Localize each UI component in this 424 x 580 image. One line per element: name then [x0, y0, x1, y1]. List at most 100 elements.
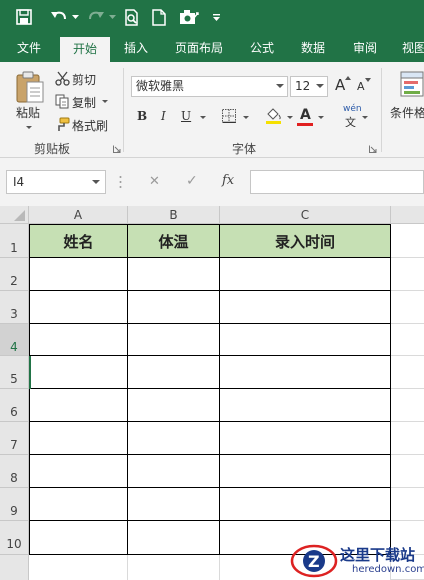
undo-dropdown-icon[interactable]	[71, 7, 79, 27]
row-header-8[interactable]: 8	[0, 455, 29, 488]
cell-b9[interactable]	[128, 488, 220, 521]
new-document-icon[interactable]	[150, 7, 168, 27]
cell-c4[interactable]	[220, 324, 391, 356]
cell-c3[interactable]	[220, 291, 391, 324]
phonetic-dropdown-icon[interactable]	[362, 116, 368, 119]
phonetic-guide-icon[interactable]: 文	[344, 115, 358, 127]
cell-a7[interactable]	[30, 422, 128, 455]
row-header-5[interactable]: 5	[0, 356, 29, 389]
cell-d6[interactable]	[391, 389, 424, 422]
fill-color-icon[interactable]	[264, 106, 282, 124]
paste-label[interactable]: 粘贴	[16, 104, 40, 121]
tab-file[interactable]: 文件	[6, 34, 52, 62]
cell-d5[interactable]	[391, 356, 424, 389]
copy-label[interactable]: 复制	[72, 94, 96, 111]
cell-a3[interactable]	[30, 291, 128, 324]
paste-dropdown-icon[interactable]	[26, 126, 32, 129]
conditional-format-label[interactable]: 条件格	[390, 104, 424, 121]
column-header-d[interactable]	[391, 206, 424, 224]
scissors-icon[interactable]	[54, 70, 70, 86]
formula-input[interactable]	[250, 170, 424, 194]
camera-icon[interactable]	[178, 7, 200, 27]
font-size-select[interactable]: 12	[290, 76, 328, 97]
cell-d7[interactable]	[391, 422, 424, 455]
cell-d4[interactable]	[391, 324, 424, 356]
cell-b10[interactable]	[128, 521, 220, 555]
cell-c6[interactable]	[220, 389, 391, 422]
format-painter-label[interactable]: 格式刷	[72, 117, 108, 134]
row-header-3[interactable]: 3	[0, 291, 29, 324]
chevron-down-icon[interactable]	[92, 180, 100, 184]
cell-a9[interactable]	[30, 488, 128, 521]
enter-icon[interactable]: ✓	[186, 173, 198, 189]
format-painter-icon[interactable]	[54, 116, 70, 132]
grow-font-button[interactable]: A	[335, 76, 345, 94]
undo-icon[interactable]	[48, 7, 70, 27]
name-box[interactable]: I4	[6, 170, 106, 194]
cell-b8[interactable]	[128, 455, 220, 488]
fill-color-dropdown-icon[interactable]	[287, 116, 293, 119]
cancel-icon[interactable]: ✕	[149, 174, 160, 189]
row-header-2[interactable]: 2	[0, 258, 29, 291]
borders-dropdown-icon[interactable]	[243, 116, 249, 119]
cell-b3[interactable]	[128, 291, 220, 324]
print-preview-icon[interactable]	[122, 7, 142, 27]
column-header-b[interactable]: B	[128, 206, 220, 224]
underline-button[interactable]: U	[181, 109, 191, 123]
tab-insert[interactable]: 插入	[114, 34, 158, 62]
row-header-10[interactable]: 10	[0, 521, 29, 555]
cell-d1[interactable]	[391, 224, 424, 258]
cell-a6[interactable]	[30, 389, 128, 422]
cell-c5[interactable]	[220, 356, 391, 389]
tab-home[interactable]: 开始	[60, 37, 110, 62]
underline-dropdown-icon[interactable]	[200, 116, 206, 119]
cut-label[interactable]: 剪切	[72, 71, 96, 88]
cell-d3[interactable]	[391, 291, 424, 324]
cell-a11[interactable]	[30, 555, 128, 580]
cell-a2[interactable]	[30, 258, 128, 291]
cell-a8[interactable]	[30, 455, 128, 488]
tab-view[interactable]: 视图	[394, 34, 424, 62]
row-header-6[interactable]: 6	[0, 389, 29, 422]
save-icon[interactable]	[14, 7, 34, 27]
tab-data[interactable]: 数据	[290, 34, 336, 62]
cell-a4[interactable]	[30, 324, 128, 356]
redo-icon[interactable]	[85, 7, 107, 27]
row-header-1[interactable]: 1	[0, 224, 29, 258]
row-header-9[interactable]: 9	[0, 488, 29, 521]
column-header-a[interactable]: A	[29, 206, 128, 224]
cell-b2[interactable]	[128, 258, 220, 291]
cell-d2[interactable]	[391, 258, 424, 291]
cell-b6[interactable]	[128, 389, 220, 422]
cell-b5[interactable]	[128, 356, 220, 389]
italic-button[interactable]: I	[161, 109, 166, 123]
select-all-button[interactable]	[0, 206, 29, 224]
cell-c2[interactable]	[220, 258, 391, 291]
cell-a1[interactable]: 姓名	[30, 225, 128, 258]
font-launcher-icon[interactable]	[368, 144, 377, 153]
row-header-4[interactable]: 4	[0, 324, 29, 356]
insert-function-button[interactable]: fx	[222, 173, 234, 188]
bold-button[interactable]: B	[137, 109, 147, 123]
borders-icon[interactable]	[221, 108, 237, 124]
font-color-dropdown-icon[interactable]	[318, 116, 324, 119]
tab-review[interactable]: 审阅	[342, 34, 388, 62]
copy-icon[interactable]	[54, 93, 70, 109]
cell-c1[interactable]: 录入时间	[220, 225, 391, 258]
tab-page-layout[interactable]: 页面布局	[164, 34, 234, 62]
phonetic-label[interactable]: wén	[343, 104, 362, 114]
tab-formulas[interactable]: 公式	[240, 34, 284, 62]
shrink-font-button[interactable]: A	[357, 80, 365, 93]
clipboard-launcher-icon[interactable]	[112, 144, 121, 153]
row-header-11[interactable]	[0, 555, 29, 580]
conditional-format-icon[interactable]	[398, 70, 424, 98]
cell-b7[interactable]	[128, 422, 220, 455]
cell-b1[interactable]: 体温	[128, 225, 220, 258]
cell-a10[interactable]	[30, 521, 128, 555]
copy-dropdown-icon[interactable]	[102, 100, 108, 103]
cell-c8[interactable]	[220, 455, 391, 488]
font-color-button[interactable]: A	[300, 107, 311, 123]
cell-d9[interactable]	[391, 488, 424, 521]
cell-d8[interactable]	[391, 455, 424, 488]
grip-icon[interactable]	[118, 174, 122, 190]
